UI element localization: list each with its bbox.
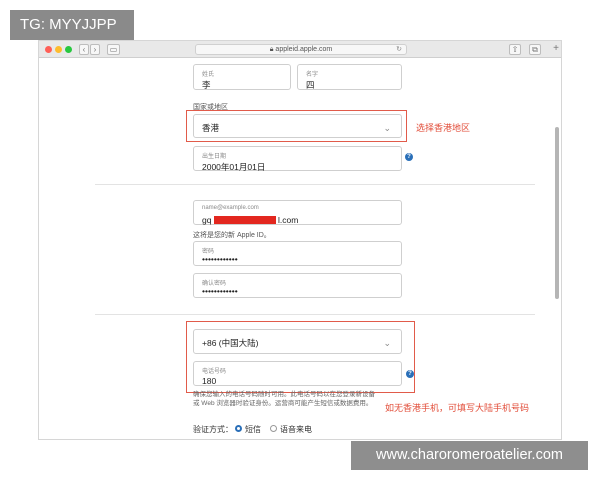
phone-number-label: 电话号码: [202, 369, 227, 375]
reload-icon[interactable]: ↻: [396, 45, 402, 54]
password-value: ••••••••••••: [202, 254, 238, 264]
phone-annotation: 如无香港手机，可填写大陆手机号码: [385, 403, 530, 413]
phone-country-value: +86 (中国大陆): [202, 338, 259, 348]
url-bar[interactable]: 🔒︎ appleid.apple.com ↻: [195, 44, 407, 55]
share-icon[interactable]: ⇧: [509, 44, 521, 55]
section-divider: [95, 314, 535, 315]
birthdate-label: 出生日期: [202, 154, 227, 160]
region-annotation: 选择香港地区: [416, 123, 471, 133]
last-name-field[interactable]: 姓氏 李: [193, 64, 291, 90]
new-tab-icon[interactable]: +: [553, 43, 559, 54]
forward-arrow-icon[interactable]: ›: [90, 44, 100, 55]
minimize-window-icon[interactable]: [55, 46, 62, 53]
email-field[interactable]: name@example.com gq l.com: [193, 200, 402, 225]
chevron-down-icon: ⌄: [383, 123, 391, 133]
sidebar-icon[interactable]: ▭: [107, 44, 120, 55]
email-label: name@example.com: [202, 205, 259, 211]
first-name-value: 四: [306, 80, 315, 90]
birthdate-value: 2000年01月01日: [202, 162, 266, 172]
tg-badge: TG: MYYJJPP: [10, 10, 134, 40]
close-window-icon[interactable]: [45, 46, 52, 53]
password-field[interactable]: 密码 ••••••••••••: [193, 241, 402, 266]
browser-window: ‹ › ▭ 🔒︎ appleid.apple.com ↻ ⇧ ⧉ + 姓氏 李 …: [38, 40, 562, 440]
birthdate-help-icon[interactable]: ?: [405, 153, 413, 161]
phone-country-select[interactable]: +86 (中国大陆) ⌄: [193, 329, 402, 354]
chevron-down-icon: ⌄: [383, 338, 391, 348]
site-watermark: www.charoromeroatelier.com: [351, 441, 588, 470]
back-arrow-icon[interactable]: ‹: [79, 44, 89, 55]
maximize-window-icon[interactable]: [65, 46, 72, 53]
first-name-field[interactable]: 名字 四: [297, 64, 402, 90]
radio-sms[interactable]: [235, 425, 242, 432]
phone-number-field[interactable]: 电话号码 180: [193, 361, 402, 386]
email-prefix: gq: [202, 215, 212, 225]
first-name-label: 名字: [306, 72, 319, 78]
radio-voice-call-label[interactable]: 语音来电: [280, 424, 312, 435]
apple-id-note: 这将是您的新 Apple ID。: [193, 232, 271, 239]
phone-hint-line2: 或 Web 浏览器时验证身份。运营商可能产生短信或数据费用。: [193, 400, 373, 407]
email-suffix: l.com: [278, 215, 299, 225]
url-text: appleid.apple.com: [275, 46, 333, 53]
last-name-label: 姓氏: [202, 72, 215, 78]
tabs-icon[interactable]: ⧉: [529, 44, 541, 55]
browser-toolbar: ‹ › ▭ 🔒︎ appleid.apple.com ↻ ⇧ ⧉ +: [39, 41, 561, 58]
region-select[interactable]: 香港 ⌄: [193, 114, 402, 138]
radio-voice-call[interactable]: [270, 425, 277, 432]
email-redaction: [214, 216, 276, 224]
section-divider: [95, 184, 535, 185]
radio-sms-label[interactable]: 短信: [245, 424, 261, 435]
last-name-value: 李: [202, 80, 211, 90]
birthdate-field[interactable]: 出生日期 2000年01月01日: [193, 146, 402, 172]
confirm-password-field[interactable]: 确认密码 ••••••••••••: [193, 273, 402, 298]
confirm-password-value: ••••••••••••: [202, 286, 238, 296]
scrollbar-thumb[interactable]: [555, 127, 559, 299]
phone-number-value: 180: [202, 376, 217, 386]
region-value: 香港: [202, 123, 220, 133]
phone-help-icon[interactable]: ?: [406, 370, 414, 378]
verify-method-label: 验证方式：: [193, 425, 233, 434]
